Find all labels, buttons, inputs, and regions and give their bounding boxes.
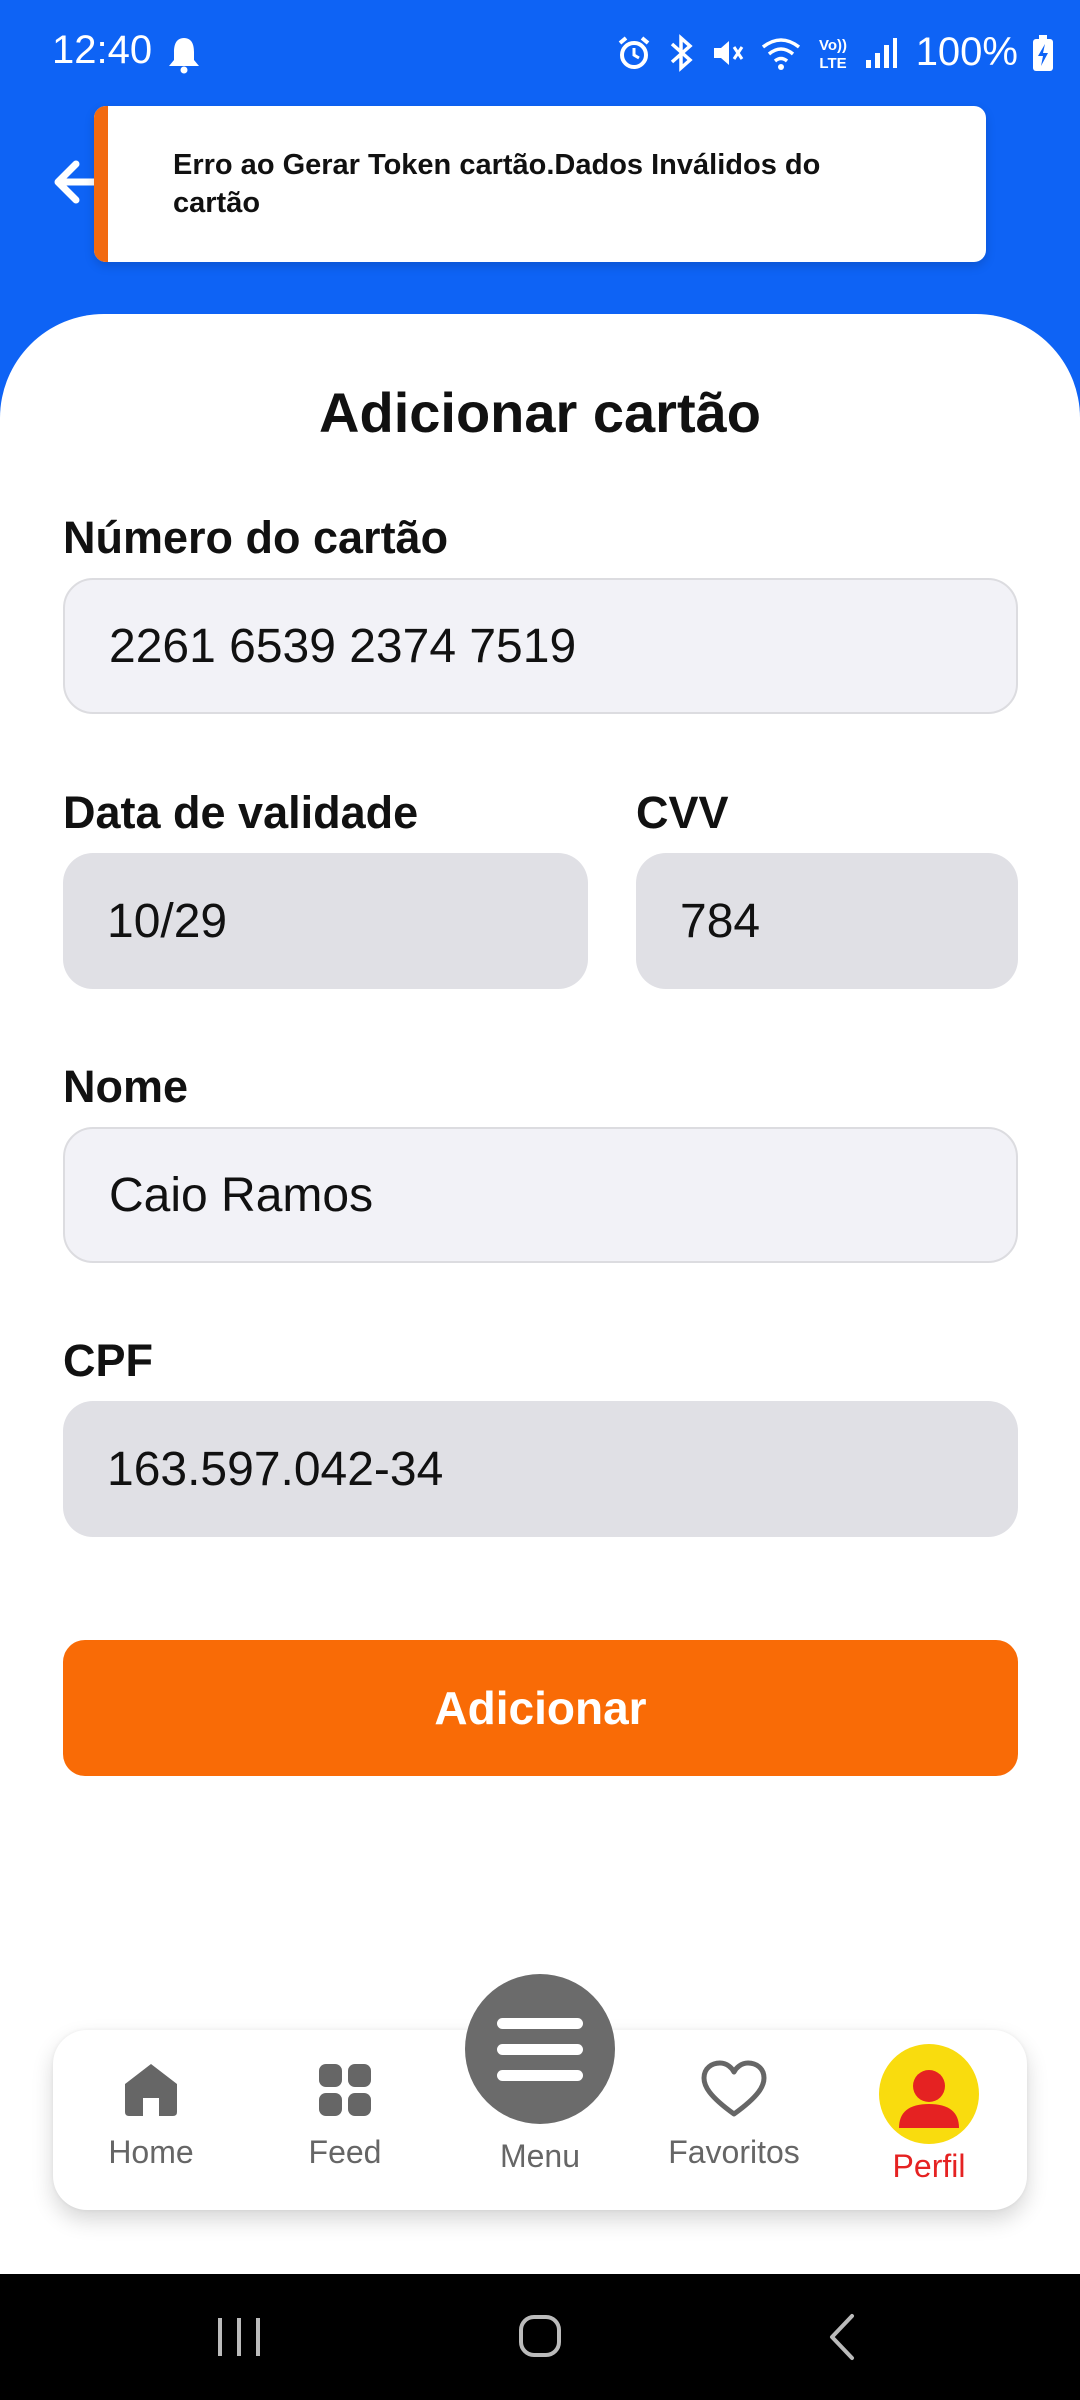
home-system-icon[interactable] [516, 2312, 564, 2360]
user-icon [899, 2070, 959, 2128]
mute-icon [713, 40, 743, 65]
nav-item-feed[interactable]: Feed [255, 2060, 435, 2171]
toast-message: Erro ao Gerar Token cartão.Dados Inválid… [173, 149, 821, 219]
cvv-input[interactable]: 784 [636, 853, 1018, 989]
cvv-label: CVV [636, 787, 729, 838]
status-bar: 12:40 Vo)) LTE 100% [0, 0, 1080, 110]
signal-icon [865, 37, 897, 68]
nav-item-home[interactable]: Home [61, 2060, 241, 2171]
svg-text:LTE: LTE [819, 55, 846, 72]
bell-icon [169, 38, 199, 74]
expiry-label: Data de validade [63, 787, 419, 838]
status-icons: Vo)) LTE 100% [616, 30, 1054, 75]
battery-percent: 100% [915, 30, 1018, 74]
nav-item-favoritos[interactable]: Favoritos [644, 2060, 824, 2171]
error-toast[interactable]: Erro ao Gerar Token cartão.Dados Inválid… [94, 106, 986, 262]
bluetooth-icon [670, 33, 693, 72]
page-title: Adicionar cartão [319, 381, 761, 444]
recent-apps-icon[interactable] [214, 2314, 264, 2360]
avatar [879, 2044, 979, 2144]
card-number-label: Número do cartão [63, 512, 449, 563]
heart-icon [701, 2060, 767, 2117]
svg-text:Vo)): Vo)) [819, 37, 847, 54]
name-input[interactable]: Caio Ramos [63, 1127, 1018, 1263]
nav-label-perfil: Perfil [892, 2148, 966, 2184]
name-label: Nome [63, 1061, 189, 1112]
nav-item-perfil[interactable]: Perfil [839, 2044, 1019, 2185]
nav-label-home: Home [108, 2134, 194, 2170]
card-number-input[interactable]: 2261 6539 2374 7519 [63, 578, 1018, 714]
nav-label-favoritos: Favoritos [668, 2134, 800, 2170]
cpf-input[interactable]: 163.597.042-34 [63, 1401, 1018, 1537]
menu-button[interactable] [465, 1974, 615, 2124]
back-system-icon[interactable] [822, 2312, 862, 2362]
home-icon [125, 2064, 177, 2116]
status-time: 12:40 [52, 28, 153, 72]
nav-label-feed: Feed [308, 2134, 382, 2170]
expiry-input[interactable]: 10/29 [63, 853, 588, 989]
add-card-button[interactable]: Adicionar [63, 1640, 1018, 1776]
grid-icon [319, 2064, 371, 2116]
menu-icon [497, 2018, 583, 2081]
nav-label-menu: Menu [499, 2138, 581, 2174]
toast-accent-bar [94, 106, 108, 262]
volte-icon: Vo)) LTE [819, 37, 847, 72]
alarm-icon [618, 35, 649, 69]
system-nav-bar [0, 2274, 1080, 2400]
cpf-label: CPF [63, 1335, 153, 1386]
wifi-icon [761, 37, 800, 70]
battery-charging-icon [1033, 34, 1053, 71]
